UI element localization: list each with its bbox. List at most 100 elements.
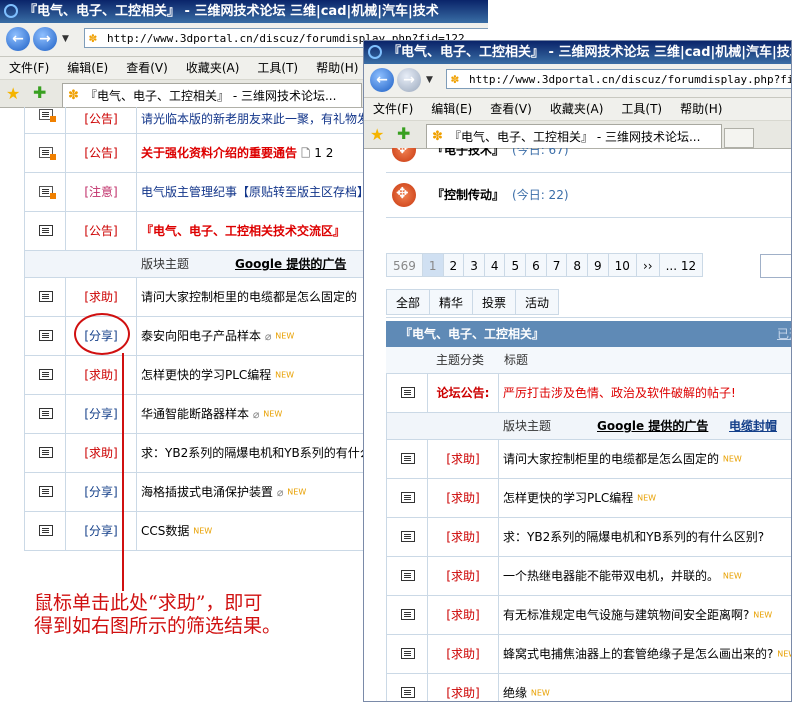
thread-subject[interactable]: 关于强化资料介绍的重要通告 🗋 1 2	[141, 134, 333, 173]
add-favorite-icon[interactable]: ✚	[33, 83, 46, 102]
thread-icon	[39, 369, 53, 380]
thread-row[interactable]: [求助] 求：YB2系列的隔爆电机和YB系列的有什么区别?	[387, 518, 791, 557]
thread-category[interactable]: [求助]	[427, 674, 499, 701]
thread-category[interactable]: [求助]	[427, 596, 499, 634]
last-page-link[interactable]: ... 12	[658, 253, 704, 277]
forum-bar-link[interactable]: 已选	[777, 321, 791, 347]
thread-category[interactable]: [求助]	[427, 557, 499, 595]
page-link[interactable]: 5	[504, 253, 527, 277]
thread-category[interactable]: [注意]	[65, 173, 137, 211]
page-link[interactable]: 6	[525, 253, 547, 277]
thread-row[interactable]: [求助] 绝缘 NEW	[387, 674, 791, 701]
left-active-tab[interactable]: ✽ 『电气、电子、工控相关』 - 三维网技术论坛...	[62, 83, 362, 107]
menu-tools[interactable]: 工具(T)	[257, 57, 298, 79]
annotation-line-1: 鼠标单击此处“求助”，即可	[34, 592, 263, 614]
filter-tab-activity[interactable]: 活动	[515, 289, 560, 315]
thread-subject[interactable]: 泰安向阳电子产品样本 ⌀ NEW	[141, 317, 294, 356]
ie-icon	[368, 45, 382, 59]
page-link[interactable]: 9	[587, 253, 609, 277]
announcement-text[interactable]: 严厉打击涉及色情、政治及软件破解的帖子!	[503, 374, 736, 412]
forum-name[interactable]: 『控制传动』 (今日: 22)	[432, 186, 569, 203]
filter-tab-digest[interactable]: 精华	[429, 289, 474, 315]
filter-tab-all[interactable]: 全部	[386, 289, 431, 315]
thread-subject[interactable]: 海格插拔式电涌保护装置 ⌀ NEW	[141, 473, 306, 512]
menu-view[interactable]: 查看(V)	[126, 57, 168, 79]
menu-file[interactable]: 文件(F)	[9, 57, 49, 79]
add-favorite-icon[interactable]: ✚	[397, 124, 410, 143]
thread-row[interactable]: [求助] 一个热继电器能不能带双电机，并联的。 NEW	[387, 557, 791, 596]
help-category-link[interactable]: [求助]	[65, 278, 137, 316]
thread-icon	[39, 291, 53, 302]
page-link[interactable]: 3	[463, 253, 485, 277]
thread-subject[interactable]: 『电气、电子、工控相关技术交流区』	[141, 212, 345, 250]
menu-edit[interactable]: 编辑(E)	[67, 57, 108, 79]
thread-subject-text: 泰安向阳电子产品样本	[141, 329, 262, 343]
forum-row[interactable]: 『控制传动』 (今日: 22)	[386, 173, 791, 218]
menu-edit[interactable]: 编辑(E)	[431, 98, 472, 120]
thread-row[interactable]: [求助] 有无标准规定电气设施与建筑物间安全距离啊? NEW	[387, 596, 791, 635]
forward-button[interactable]: →	[397, 68, 421, 92]
thread-subject[interactable]: 一个热继电器能不能带双电机，并联的。 NEW	[503, 557, 742, 596]
filter-tab-poll[interactable]: 投票	[472, 289, 517, 315]
thread-subject[interactable]: 怎样更快的学习PLC编程 NEW	[141, 356, 294, 395]
menu-help[interactable]: 帮助(H)	[680, 98, 722, 120]
thread-category[interactable]: [求助]	[427, 479, 499, 517]
thread-category[interactable]: [求助]	[427, 440, 499, 478]
next-page-link[interactable]: ››	[635, 253, 660, 277]
thread-subject[interactable]: 有无标准规定电气设施与建筑物间安全距离啊? NEW	[503, 596, 772, 635]
thread-category[interactable]: [求助]	[65, 356, 137, 394]
ad-link[interactable]: 电缆封帽	[729, 413, 777, 439]
google-ad-link[interactable]: Google 提供的广告	[235, 251, 346, 277]
new-tab-button[interactable]	[724, 128, 754, 148]
menu-favorites[interactable]: 收藏夹(A)	[186, 57, 240, 79]
menu-help[interactable]: 帮助(H)	[316, 57, 358, 79]
history-dropdown-icon[interactable]: ▼	[426, 75, 433, 85]
thread-category[interactable]: [求助]	[65, 434, 137, 472]
favorites-star-icon[interactable]: ★	[6, 84, 20, 103]
thread-subject[interactable]: 怎样更快的学习PLC编程 NEW	[503, 479, 656, 518]
forum-row[interactable]: 『电子技术』 (今日: 67)	[386, 148, 791, 173]
thread-subject[interactable]: 求：YB2系列的隔爆电机和YB系列的有什么	[141, 434, 372, 472]
thread-subject[interactable]: 请问大家控制柜里的电缆都是怎么固定的 NEW	[503, 440, 742, 479]
thread-subject[interactable]: 华通智能断路器样本 ⌀ NEW	[141, 395, 282, 434]
menu-favorites[interactable]: 收藏夹(A)	[550, 98, 604, 120]
thread-pages[interactable]: 1 2	[314, 146, 333, 160]
page-link[interactable]: 10	[607, 253, 637, 277]
thread-subject[interactable]: 请问大家控制柜里的电缆都是怎么固定的	[141, 278, 357, 316]
page-link[interactable]: 4	[483, 253, 506, 277]
back-button[interactable]: ←	[6, 27, 30, 51]
menu-tools[interactable]: 工具(T)	[621, 98, 662, 120]
page-jump-input[interactable]	[760, 254, 791, 278]
page-link[interactable]: 2	[442, 253, 465, 277]
back-button[interactable]: ←	[370, 68, 394, 92]
thread-category[interactable]: [公告]	[65, 134, 137, 172]
menu-file[interactable]: 文件(F)	[373, 98, 413, 120]
favorites-star-icon[interactable]: ★	[370, 125, 384, 144]
thread-subject[interactable]: 绝缘 NEW	[503, 674, 550, 701]
left-window-title: 『电气、电子、工控相关』 - 三维网技术论坛 三维|cad|机械|汽车|技术	[24, 4, 439, 19]
announcement-row[interactable]: 论坛公告: 严厉打击涉及色情、政治及软件破解的帖子!	[387, 374, 791, 413]
thread-row[interactable]: [求助] 蜂窝式电捕焦油器上的套管绝缘子是怎么画出来的? NEW	[387, 635, 791, 674]
page-link[interactable]: 8	[566, 253, 589, 277]
thread-category[interactable]: [公告]	[65, 212, 137, 250]
thread-category[interactable]: [求助]	[427, 635, 499, 673]
menu-view[interactable]: 查看(V)	[490, 98, 532, 120]
page-link[interactable]: 7	[545, 253, 568, 277]
thread-category[interactable]: [求助]	[427, 518, 499, 556]
thread-category[interactable]: [分享]	[65, 473, 137, 511]
thread-subject[interactable]: 求：YB2系列的隔爆电机和YB系列的有什么区别?	[503, 518, 764, 556]
thread-subject[interactable]: CCS数据 NEW	[141, 512, 212, 551]
thread-category[interactable]: [分享]	[65, 395, 137, 433]
thread-row[interactable]: [求助] 请问大家控制柜里的电缆都是怎么固定的 NEW	[387, 440, 791, 479]
right-address-bar[interactable]: ✽ http://www.3dportal.cn/discuz/forumdis…	[446, 69, 791, 89]
thread-category[interactable]: [公告]	[65, 107, 137, 133]
right-active-tab[interactable]: ✽ 『电气、电子、工控相关』 - 三维网技术论坛...	[426, 124, 722, 148]
google-ad-link[interactable]: Google 提供的广告	[597, 413, 708, 439]
forum-name[interactable]: 『电子技术』 (今日: 67)	[432, 148, 569, 158]
forward-button[interactable]: →	[33, 27, 57, 51]
thread-subject[interactable]: 电气版主管理纪事【原贴转至版主区存档】	[141, 173, 369, 211]
history-dropdown-icon[interactable]: ▼	[62, 34, 69, 44]
thread-subject[interactable]: 蜂窝式电捕焦油器上的套管绝缘子是怎么画出来的? NEW	[503, 635, 791, 674]
thread-row[interactable]: [求助] 怎样更快的学习PLC编程 NEW	[387, 479, 791, 518]
thread-category[interactable]: [分享]	[65, 512, 137, 550]
